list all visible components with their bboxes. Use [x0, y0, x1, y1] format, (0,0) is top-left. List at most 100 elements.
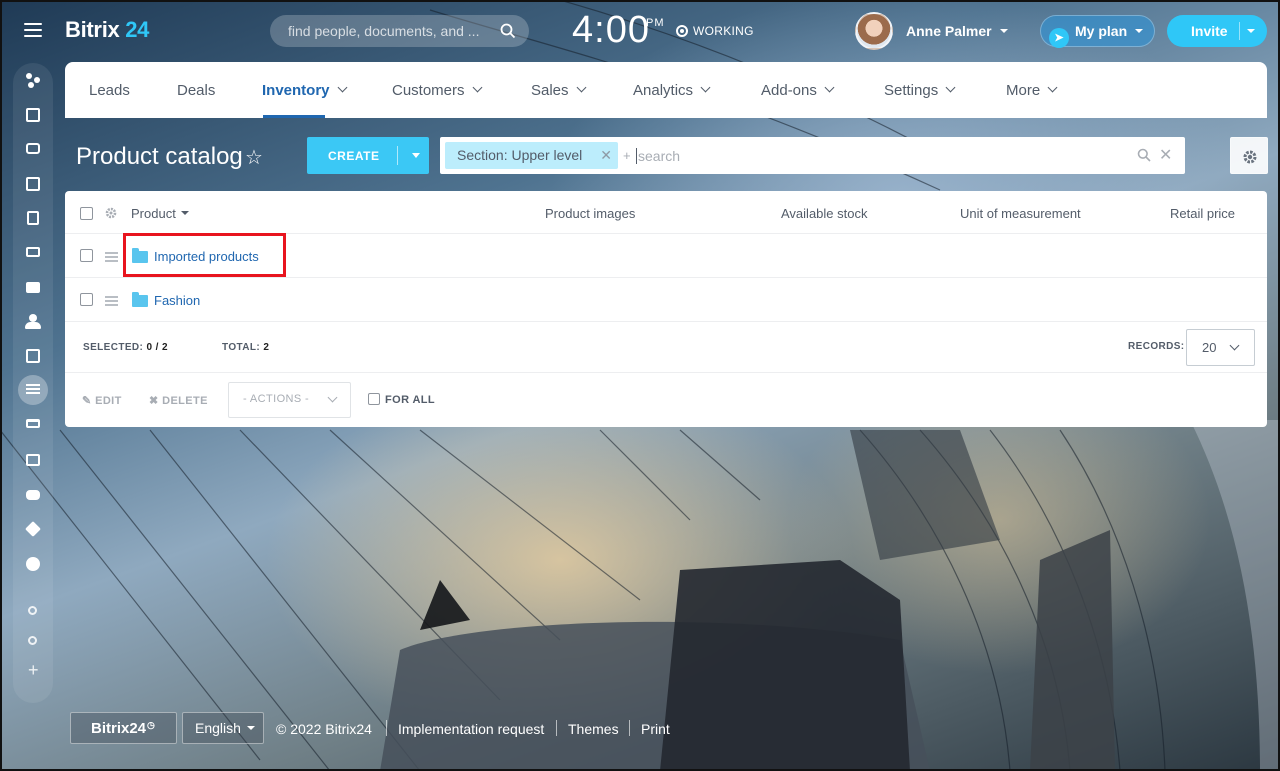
footer-logo[interactable]: Bitrix24◷ — [70, 712, 177, 744]
sitemap-icon[interactable] — [24, 602, 42, 620]
search-placeholder: find people, documents, and ... — [288, 23, 480, 39]
clock[interactable]: 4:00 PM — [572, 9, 664, 52]
chevron-down-icon — [180, 211, 189, 215]
rocket-icon: ➤ — [1049, 28, 1069, 48]
footer-link-themes[interactable]: Themes — [568, 721, 619, 737]
search-icon[interactable] — [500, 23, 516, 39]
top-bar: Bitrix 24 find people, documents, and ..… — [0, 0, 1280, 62]
column-unit-of-measurement[interactable]: Unit of measurement — [960, 206, 1081, 221]
drag-handle-icon[interactable] — [105, 252, 118, 262]
tab-analytics[interactable]: Analytics — [633, 82, 711, 99]
drag-handle-icon[interactable] — [105, 296, 118, 306]
bitrix24-logo[interactable]: Bitrix 24 — [65, 17, 149, 43]
my-plan-button[interactable]: ➤ My plan — [1040, 15, 1155, 48]
page-settings-button[interactable] — [1230, 137, 1268, 174]
tab-leads[interactable]: Leads — [89, 82, 130, 99]
column-product[interactable]: Product — [131, 206, 189, 221]
language-select[interactable]: English — [182, 712, 264, 744]
records-per-page-select[interactable]: 20 — [1186, 329, 1255, 366]
tab-more[interactable]: More — [1006, 82, 1058, 99]
mail-icon[interactable] — [24, 278, 42, 296]
inventory-filter-icon[interactable] — [18, 375, 48, 405]
for-all-checkbox[interactable] — [368, 393, 380, 405]
row-link-fashion[interactable]: Fashion — [154, 293, 200, 308]
drive-icon[interactable] — [24, 243, 42, 261]
chevron-down-icon — [576, 82, 586, 93]
search-icon[interactable] — [1137, 148, 1151, 162]
for-all-label: FOR ALL — [385, 394, 436, 406]
divider — [386, 720, 387, 736]
tab-sales[interactable]: Sales — [531, 82, 586, 99]
chevron-down-icon — [945, 82, 956, 93]
chevron-down-icon — [824, 82, 835, 93]
add-filter-icon[interactable]: + — [623, 148, 631, 163]
star-icon[interactable]: ☆ — [245, 145, 263, 170]
close-icon: ✖ — [149, 395, 159, 407]
filter-search-bar[interactable]: Section: Upper level ✕ + search ✕ — [440, 137, 1185, 174]
active-tab-underline — [263, 115, 325, 118]
tab-add-ons[interactable]: Add-ons — [761, 82, 835, 99]
delete-button[interactable]: ✖ DELETE — [149, 394, 208, 407]
avatar[interactable] — [855, 12, 893, 50]
page-title: Product catalog — [76, 143, 243, 170]
invite-button[interactable]: Invite — [1167, 15, 1267, 47]
actions-select[interactable]: - ACTIONS - — [228, 382, 351, 418]
contacts-icon[interactable] — [24, 312, 42, 330]
chat-icon[interactable] — [24, 141, 42, 159]
close-icon[interactable]: ✕ — [1159, 145, 1172, 165]
id-card-icon[interactable] — [24, 451, 42, 469]
column-retail-price[interactable]: Retail price — [1170, 206, 1235, 221]
box-icon[interactable] — [24, 520, 42, 538]
create-button[interactable]: CREATE — [307, 137, 429, 174]
select-all-checkbox[interactable] — [80, 207, 93, 220]
add-icon[interactable]: + — [24, 661, 42, 679]
work-status[interactable]: WORKING — [676, 24, 754, 38]
column-product-images[interactable]: Product images — [545, 206, 635, 221]
total-count: TOTAL: 2 — [222, 342, 270, 353]
close-icon[interactable]: ✕ — [600, 147, 612, 164]
filter-tag[interactable]: Section: Upper level ✕ — [445, 142, 618, 169]
chevron-down-icon[interactable] — [412, 153, 420, 158]
feed-icon[interactable] — [24, 71, 42, 89]
settings-gear-icon[interactable] — [24, 632, 42, 650]
tab-inventory[interactable]: Inventory — [262, 82, 347, 99]
chevron-down-icon — [337, 82, 347, 93]
cart-icon[interactable] — [24, 416, 42, 434]
product-grid: Product Product images Available stock U… — [65, 191, 1267, 427]
table-row[interactable]: Fashion — [65, 278, 1267, 322]
edit-button[interactable]: ✎ EDIT — [82, 394, 122, 407]
checklist-icon[interactable] — [24, 347, 42, 365]
gear-icon — [1243, 150, 1257, 164]
chevron-down-icon — [1047, 82, 1058, 93]
global-search-input[interactable]: find people, documents, and ... — [270, 15, 529, 47]
selected-count: SELECTED: 0 / 2 — [83, 342, 168, 353]
chevron-down-icon — [1229, 340, 1240, 351]
chevron-down-icon — [700, 82, 711, 93]
divider — [629, 720, 630, 736]
clock-icon: ◷ — [147, 720, 155, 730]
user-menu[interactable]: Anne Palmer — [906, 23, 1008, 39]
calendar-icon[interactable] — [24, 175, 42, 193]
robot-icon[interactable] — [24, 485, 42, 503]
chevron-down-icon[interactable] — [1247, 29, 1255, 33]
chevron-down-icon — [327, 392, 338, 403]
gear-icon[interactable] — [104, 206, 118, 220]
row-checkbox[interactable] — [80, 249, 93, 262]
tab-deals[interactable]: Deals — [177, 82, 215, 99]
footer-link-implementation-request[interactable]: Implementation request — [398, 721, 544, 737]
documents-icon[interactable] — [24, 209, 42, 227]
more-down-icon[interactable] — [24, 555, 42, 573]
divider — [65, 372, 1267, 373]
footer-link-print[interactable]: Print — [641, 721, 670, 737]
tab-settings[interactable]: Settings — [884, 82, 956, 99]
chevron-down-icon — [999, 29, 1008, 33]
chevron-down-icon — [472, 82, 482, 93]
pencil-icon: ✎ — [82, 395, 92, 407]
annotation-highlight-box — [123, 233, 286, 277]
tasks-list-icon[interactable] — [24, 106, 42, 124]
tab-customers[interactable]: Customers — [392, 82, 482, 99]
row-checkbox[interactable] — [80, 293, 93, 306]
column-available-stock[interactable]: Available stock — [781, 206, 867, 221]
search-input[interactable]: search — [636, 148, 680, 164]
menu-icon[interactable] — [24, 23, 42, 37]
